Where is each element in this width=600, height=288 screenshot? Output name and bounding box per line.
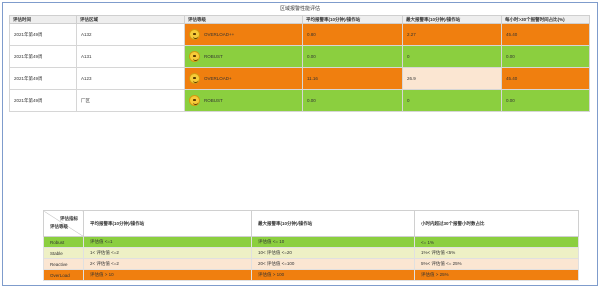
legend-max: 20< 评估值 <=100 <box>251 258 415 270</box>
cell-area: A123 <box>76 67 185 90</box>
cell-avg-rate: 11.16 <box>302 67 403 90</box>
col-header-area: 评估区域 <box>76 15 185 24</box>
level-text: OVERLOAD++ <box>204 32 235 37</box>
legend-max: 评估值 > 100 <box>251 269 415 281</box>
cell-area: 厂区 <box>76 89 185 112</box>
col-header-level: 评估等级 <box>184 15 303 24</box>
legend-level: Stable <box>43 247 84 259</box>
cell-time: 2021年第49周 <box>9 45 77 68</box>
smiley-face-icon <box>189 51 200 62</box>
legend-row-stable: Stable 1< 评估值 <=2 10< 评估值 <=20 1%< 评估值 <… <box>43 247 579 259</box>
legend-level: Reactive <box>43 258 84 270</box>
legend-header-max-rate: 最大报警率(10分钟)/操作站 <box>251 210 415 237</box>
col-header-max-rate: 最大报警率(10分钟)/操作站 <box>402 15 502 24</box>
cell-level: ROBUST <box>184 45 303 68</box>
table-row[interactable]: 2021年第49周 厂区 ROBUST 0.00 0 0.00 <box>9 89 590 112</box>
level-text: ROBUST <box>204 54 223 59</box>
legend-pct: <= 1% <box>414 236 579 248</box>
cell-max-rate: 0 <box>402 89 502 112</box>
cell-pct: 45.40 <box>501 67 590 90</box>
legend-row-robust: Robust 评估值 <=1 评估值 <= 10 <= 1% <box>43 236 579 248</box>
legend-table: 评估指标 评估等级 平均报警率(10分钟)/操作站 最大报警率(10分钟)/操作… <box>43 210 579 281</box>
legend-row-reactive: Reactive 2< 评估值 <=2 20< 评估值 <=100 5%< 评估… <box>43 258 579 270</box>
cell-max-rate: 2.27 <box>402 23 502 46</box>
legend-pct: 评估值 > 25% <box>414 269 579 281</box>
assessment-table: 评估时间 评估区域 评估等级 平均报警率(10分钟)/操作站 最大报警率(10分… <box>9 15 590 112</box>
level-text: OVERLOAD+ <box>204 76 232 81</box>
cell-time: 2021年第49周 <box>9 67 77 90</box>
smiley-face-icon <box>189 73 200 84</box>
legend-avg: 评估值 <=1 <box>83 236 252 248</box>
legend-pct: 1%< 评估值 <5% <box>414 247 579 259</box>
legend-corner-cell: 评估指标 评估等级 <box>43 210 84 237</box>
smiley-face-icon <box>189 95 200 106</box>
cell-avg-rate: 0.80 <box>302 23 403 46</box>
legend-header-pct: 小时内超过30个报警小时数占比 <box>414 210 579 237</box>
table-row[interactable]: 2021年第49周 A123 OVERLOAD+ 11.16 26.9 45.4… <box>9 67 590 90</box>
cell-level: OVERLOAD+ <box>184 67 303 90</box>
cell-time: 2021年第49周 <box>9 23 77 46</box>
legend-pct: 5%< 评估值 <= 25% <box>414 258 579 270</box>
legend-row-overload: OverLoad 评估值 > 10 评估值 > 100 评估值 > 25% <box>43 269 579 281</box>
col-header-time: 评估时间 <box>9 15 77 24</box>
cell-pct: 0.00 <box>501 45 590 68</box>
cell-level: OVERLOAD++ <box>184 23 303 46</box>
legend-corner-top: 评估指标 <box>60 216 78 221</box>
legend-avg: 1< 评估值 <=2 <box>83 247 252 259</box>
cell-level: ROBUST <box>184 89 303 112</box>
cell-area: A132 <box>76 23 185 46</box>
cell-pct: 0.00 <box>501 89 590 112</box>
legend-level: Robust <box>43 236 84 248</box>
col-header-avg-rate: 平均报警率(10分钟)/操作站 <box>302 15 403 24</box>
cell-avg-rate: 0.00 <box>302 89 403 112</box>
table-header-row: 评估时间 评估区域 评估等级 平均报警率(10分钟)/操作站 最大报警率(10分… <box>9 15 590 24</box>
table-row[interactable]: 2021年第49周 A131 ROBUST 0.00 0 0.00 <box>9 45 590 68</box>
cell-pct: 45.40 <box>501 23 590 46</box>
cell-time: 2021年第49周 <box>9 89 77 112</box>
legend-avg: 评估值 > 10 <box>83 269 252 281</box>
cell-avg-rate: 0.00 <box>302 45 403 68</box>
legend-max: 评估值 <= 10 <box>251 236 415 248</box>
cell-max-rate: 26.9 <box>402 67 502 90</box>
legend-max: 10< 评估值 <=20 <box>251 247 415 259</box>
cell-max-rate: 0 <box>402 45 502 68</box>
legend-header-avg-rate: 平均报警率(10分钟)/操作站 <box>83 210 252 237</box>
legend-corner-bottom: 评估等级 <box>50 224 68 229</box>
table-row[interactable]: 2021年第49周 A132 OVERLOAD++ 0.80 2.27 45.4… <box>9 23 590 46</box>
legend-avg: 2< 评估值 <=2 <box>83 258 252 270</box>
legend-header-row: 评估指标 评估等级 平均报警率(10分钟)/操作站 最大报警率(10分钟)/操作… <box>43 210 579 237</box>
cell-area: A131 <box>76 45 185 68</box>
col-header-pct: 每小时>30个报警时间占比(%) <box>501 15 590 24</box>
page-title: 区域报警性能评估 <box>279 6 320 12</box>
smiley-face-icon <box>189 29 200 40</box>
report-frame: 区域报警性能评估 评估时间 评估区域 评估等级 平均报警率(10分钟)/操作站 … <box>2 2 598 286</box>
legend-level: OverLoad <box>43 269 84 281</box>
level-text: ROBUST <box>204 98 223 103</box>
